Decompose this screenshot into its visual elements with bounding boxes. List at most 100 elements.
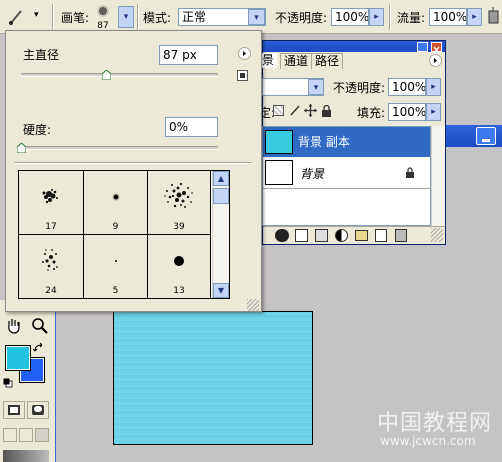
panel-resize-grip-icon[interactable] — [431, 228, 443, 242]
quick-mask-icon — [32, 405, 44, 415]
lock-transparent-icon[interactable] — [273, 105, 284, 116]
master-diameter-slider-track[interactable] — [21, 73, 218, 77]
panel-close-button[interactable] — [431, 42, 442, 54]
airbrush-icon[interactable] — [486, 7, 502, 27]
hand-tool-icon[interactable] — [4, 316, 24, 336]
layer-thumbnail — [265, 130, 293, 154]
large-splatter-brush-icon — [164, 182, 193, 208]
brush-preset-17[interactable]: 17 — [19, 171, 84, 235]
watermark-url: www.jcwcn.com — [380, 434, 476, 448]
fill-label: 填充: — [357, 106, 386, 120]
layer-lock-icon — [405, 167, 415, 178]
scroll-thumb[interactable] — [213, 188, 229, 204]
master-diameter-input[interactable]: 87 px — [159, 45, 218, 65]
new-group-icon[interactable] — [355, 230, 368, 241]
layer-name: 背景 — [300, 167, 325, 181]
tab-channels[interactable]: 通道 — [280, 53, 313, 69]
blend-mode-arrow-icon[interactable]: ▾ — [308, 79, 324, 95]
screen-mode-full-button[interactable] — [35, 428, 49, 442]
brush-size-label: 24 — [45, 286, 57, 296]
tab-paths[interactable]: 路径 — [311, 53, 344, 69]
layers-bottom-bar — [263, 226, 445, 244]
opacity-label: 不透明度: — [275, 11, 328, 25]
foreground-color-swatch[interactable] — [5, 345, 31, 371]
layer-row-selected[interactable]: 背景 副本 — [263, 127, 430, 157]
screen-mode-standard-button[interactable] — [3, 428, 17, 442]
brush-size-label: 17 — [45, 222, 57, 232]
popup-divider — [14, 162, 252, 164]
tiny-dot-brush-icon — [115, 260, 117, 262]
popup-resize-grip-icon[interactable] — [247, 299, 259, 311]
screen-mode-menu-button[interactable] — [19, 428, 33, 442]
scroll-down-button[interactable]: ▼ — [213, 283, 229, 298]
brush-preset-5[interactable]: 5 — [84, 235, 148, 299]
layers-list: 背景 副本 背景 — [262, 126, 431, 226]
toolbar-divider — [52, 4, 54, 30]
brush-preset-39[interactable]: 39 — [148, 171, 211, 235]
panel-menu-button[interactable] — [429, 54, 442, 67]
standard-mode-icon — [8, 405, 20, 415]
lock-position-move-icon[interactable] — [304, 104, 317, 117]
layers-scrollbar[interactable] — [431, 126, 445, 226]
master-diameter-slider-thumb[interactable] — [101, 69, 112, 81]
brush-preset-24[interactable]: 24 — [19, 235, 84, 299]
standard-mode-button[interactable] — [3, 401, 25, 419]
default-colors-icon[interactable] — [3, 377, 13, 388]
scroll-up-button[interactable]: ▲ — [213, 171, 229, 186]
soft-dot-brush-icon — [112, 193, 120, 201]
popup-menu-button[interactable] — [238, 47, 251, 60]
adjustment-layer-icon[interactable] — [335, 229, 348, 242]
new-layer-icon[interactable] — [375, 229, 387, 242]
toolbar-divider — [137, 4, 139, 30]
mode-select-arrow-icon[interactable]: ▾ — [248, 9, 265, 25]
fill-input[interactable]: 100% — [388, 103, 426, 121]
splatter-brush-icon — [42, 189, 58, 204]
layer-thumbnail — [265, 160, 293, 185]
quick-mask-mode-button[interactable] — [27, 401, 49, 419]
mode-select-value: 正常 — [182, 10, 207, 24]
brush-label: 画笔: — [61, 11, 90, 25]
master-diameter-label: 主直径 — [23, 48, 60, 62]
hardness-label: 硬度: — [23, 123, 52, 137]
zoom-tool-icon[interactable] — [30, 316, 50, 336]
flow-label: 流量: — [397, 11, 426, 25]
fill-arrow-icon[interactable]: ▸ — [426, 103, 441, 121]
hardness-slider-track[interactable] — [21, 146, 218, 150]
brush-size-label: 9 — [112, 222, 119, 232]
flow-slider-arrow-icon[interactable]: ▸ — [467, 8, 482, 26]
delete-layer-icon[interactable] — [395, 229, 407, 242]
opacity-input[interactable]: 100% — [331, 8, 369, 26]
presets-scrollbar[interactable]: ▲ ▼ — [212, 171, 229, 298]
brush-preset-13[interactable]: 13 — [148, 235, 211, 299]
brush-preset-9[interactable]: 9 — [84, 171, 148, 235]
layer-name: 背景 副本 — [298, 135, 350, 149]
brush-picker-dropdown-button[interactable]: ▾ — [118, 6, 134, 28]
flow-input[interactable]: 100% — [429, 8, 467, 26]
hardness-slider-thumb[interactable] — [16, 142, 27, 154]
layer-style-icon[interactable] — [295, 229, 308, 242]
link-layers-icon[interactable] — [275, 229, 289, 242]
save-brush-icon[interactable] — [237, 70, 248, 81]
brush-size-label: 5 — [112, 286, 119, 296]
jump-to-imageready-icon[interactable] — [3, 450, 49, 462]
layer-opacity-arrow-icon[interactable]: ▸ — [426, 78, 441, 96]
brush-preset-picker-popup: 主直径 87 px 硬度: 0% 17 9 39 24 5 13 ▲ ▼ — [5, 30, 262, 312]
swap-colors-icon[interactable] — [32, 342, 45, 354]
layer-row[interactable]: 背景 — [263, 157, 430, 189]
brush-preview[interactable]: 87 — [92, 4, 114, 31]
medium-splatter-brush-icon — [42, 249, 58, 271]
layer-opacity-input[interactable]: 100% — [388, 78, 426, 96]
opacity-slider-arrow-icon[interactable]: ▸ — [369, 8, 384, 26]
document-canvas[interactable] — [113, 311, 313, 445]
canvas-fill — [114, 312, 312, 444]
tool-preset-chevron-icon[interactable]: ▾ — [34, 10, 39, 20]
hardness-input[interactable]: 0% — [165, 117, 218, 137]
panel-minimize-button[interactable] — [417, 42, 428, 52]
toolbar-divider — [389, 4, 391, 30]
mode-label: 模式: — [143, 11, 172, 25]
layer-mask-icon[interactable] — [315, 229, 328, 242]
lock-image-brush-icon[interactable] — [289, 104, 301, 117]
minimize-button[interactable] — [476, 127, 496, 145]
brush-tool-icon[interactable] — [6, 6, 28, 28]
lock-all-icon[interactable] — [321, 104, 332, 117]
